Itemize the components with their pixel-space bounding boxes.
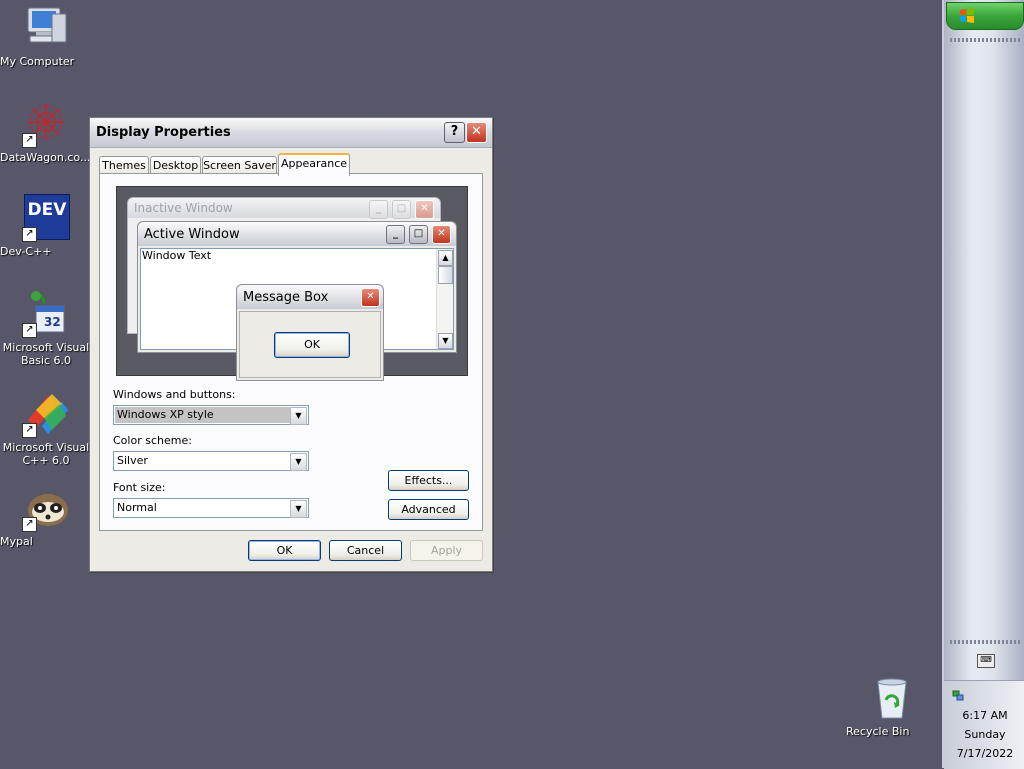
shortcut-arrow-icon: ↗ [22,227,37,242]
advanced-button[interactable]: Advanced [388,499,469,520]
font-size-value: Normal [117,501,157,514]
recycle-bin-icon [868,674,916,722]
message-box-title: Message Box [243,290,329,305]
system-tray: 6:17 AM Sunday 7/17/2022 [944,680,1024,769]
preview-scrollbar: ▲ ▼ [436,249,453,349]
chevron-down-icon[interactable]: ▼ [290,453,307,471]
taskbar-grip[interactable] [950,640,1020,644]
inactive-window-title: Inactive Window [134,201,233,215]
shortcut-arrow-icon: ↗ [22,517,37,532]
preview-window-text: Window Text [142,249,212,262]
minimize-icon: _ [386,225,405,244]
network-icon[interactable] [952,689,964,701]
my-computer-icon [22,4,70,52]
desktop-icon-vcpp6[interactable]: ↗ Microsoft Visual C++ 6.0 [0,390,92,467]
desktop-icon-label: Dev-C++ [0,245,52,258]
close-icon: ✕ [361,288,380,307]
appearance-preview: Inactive Window _ □ ✕ Active Window _ □ … [116,186,468,381]
keyboard-icon[interactable]: ⌨ [977,654,995,668]
cancel-button[interactable]: Cancel [329,540,402,561]
desktop-icon-my-computer[interactable]: My Computer [0,4,92,68]
help-button[interactable]: ? [444,122,465,143]
dialog-titlebar[interactable]: Display Properties ? ✕ [90,118,492,148]
scroll-up-icon: ▲ [438,250,453,266]
desktop-icon-recycle-bin[interactable]: Recycle Bin [846,674,938,738]
windows-buttons-value: Windows XP style [115,407,292,423]
message-box-body: OK [239,311,381,378]
preview-ok-button: OK [274,332,350,358]
desktop-icon-label: Microsoft Visual C++ 6.0 [2,441,90,467]
clock-day: Sunday [964,728,1006,741]
taskbar-grip[interactable] [950,38,1020,42]
close-button[interactable]: ✕ [466,122,487,143]
datawagon-icon: ↗ [22,100,70,148]
mypal-icon: ↗ [22,484,70,532]
color-scheme-select[interactable]: Silver ▼ [113,451,309,471]
minimize-icon: _ [369,200,388,219]
windows-logo-icon [960,8,974,23]
close-icon: ✕ [415,200,434,219]
tab-themes[interactable]: Themes [99,156,149,174]
desktop-icon-vb6[interactable]: 32 ↗ Microsoft Visual Basic 6.0 [0,290,92,367]
chevron-down-icon[interactable]: ▼ [290,500,307,518]
close-icon: ✕ [432,225,451,244]
font-size-label: Font size: [113,481,166,494]
maximize-icon: □ [409,225,428,244]
shortcut-arrow-icon: ↗ [22,323,37,338]
shortcut-arrow-icon: ↗ [22,133,37,148]
preview-active-window: Active Window _ □ ✕ Window Text ▲ ▼ Mess… [137,221,457,381]
tab-appearance[interactable]: Appearance [278,153,350,176]
shortcut-arrow-icon: ↗ [22,423,37,438]
color-scheme-label: Color scheme: [113,434,192,447]
desktop-icon-devcpp[interactable]: DEV ↗ Dev-C++ [0,194,92,258]
appearance-panel: Inactive Window _ □ ✕ Active Window _ □ … [99,173,483,531]
scroll-thumb [438,266,453,284]
preview-message-box: Message Box ✕ OK [236,284,384,381]
display-properties-dialog: Display Properties ? ✕ Themes Desktop Sc… [89,117,493,572]
active-window-title: Active Window [144,227,240,242]
start-button[interactable] [946,2,1024,30]
tab-screen-saver[interactable]: Screen Saver [202,156,277,174]
desktop-icon-label: Microsoft Visual Basic 6.0 [2,341,90,367]
clock-time[interactable]: 6:17 AM [944,709,1024,722]
windows-buttons-select[interactable]: Windows XP style ▼ [113,405,309,425]
svg-text:32: 32 [44,315,61,329]
chevron-down-icon[interactable]: ▼ [290,407,307,425]
windows-buttons-label: Windows and buttons: [113,388,236,401]
maximize-icon: □ [392,200,411,219]
desktop-icon-label: DataWagon.co... [0,151,91,164]
vcpp6-icon: ↗ [22,390,70,438]
tab-desktop[interactable]: Desktop [150,156,201,174]
taskbar: ⌨ 6:17 AM Sunday 7/17/2022 [942,0,1024,769]
vb6-icon: 32 ↗ [22,290,70,338]
desktop-icon-mypal[interactable]: ↗ Mypal [0,484,92,548]
desktop-icon-label: Recycle Bin [846,725,910,738]
clock-date: 7/17/2022 [956,747,1014,760]
devcpp-icon: DEV ↗ [22,194,70,242]
scroll-down-icon: ▼ [438,333,453,349]
color-scheme-value: Silver [117,454,148,467]
desktop-icon-datawagon[interactable]: ↗ DataWagon.co... [0,100,92,164]
desktop-icon-label: My Computer [0,55,75,68]
font-size-select[interactable]: Normal ▼ [113,498,309,518]
apply-button[interactable]: Apply [410,540,483,561]
desktop-icon-label: Mypal [0,535,33,548]
effects-button[interactable]: Effects... [388,470,469,491]
ok-button[interactable]: OK [248,540,321,561]
dialog-title: Display Properties [96,125,231,140]
